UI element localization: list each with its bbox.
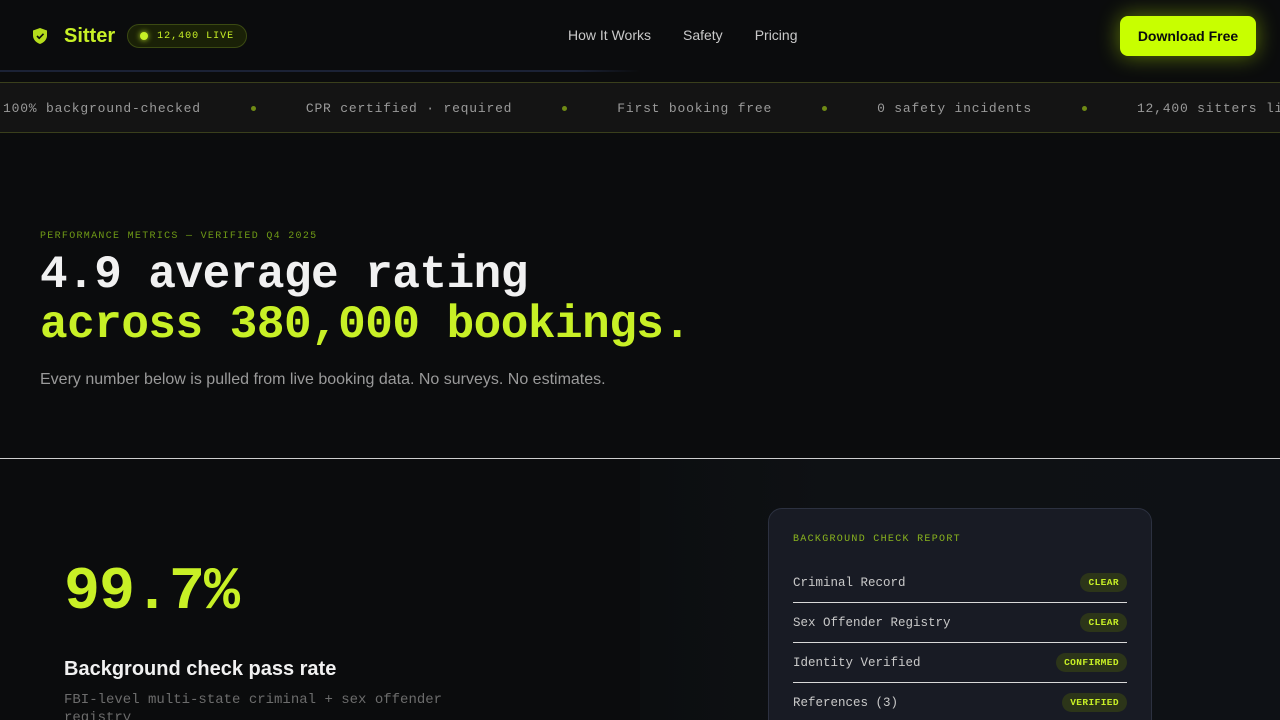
- stats-ticker: 100% background-checked CPR certified · …: [0, 82, 1280, 133]
- ticker-separator-icon: [822, 106, 828, 111]
- stat-value: 99.7%: [64, 559, 240, 627]
- report-row: References (3) VERIFIED: [793, 683, 1127, 720]
- ticker-item: 0 safety incidents: [877, 101, 1032, 116]
- headline-line-2: across 380,000 bookings.: [40, 299, 691, 351]
- top-nav: Sitter 12,400 LIVE How It Works Safety P…: [0, 0, 1280, 72]
- download-free-button[interactable]: Download Free: [1120, 16, 1256, 56]
- ticker-item: First booking free: [617, 101, 773, 116]
- hero-section: PERFORMANCE METRICS — VERIFIED Q4 2025 4…: [0, 133, 1280, 458]
- nav-links: How It Works Safety Pricing: [568, 27, 829, 43]
- headline-line-1: 4.9 average rating: [40, 249, 528, 301]
- status-badge: CLEAR: [1080, 573, 1127, 592]
- status-badge: VERIFIED: [1062, 693, 1127, 712]
- ticker-separator-icon: [1081, 106, 1087, 111]
- report-row: Identity Verified CONFIRMED: [793, 643, 1127, 683]
- report-title: BACKGROUND CHECK REPORT: [793, 534, 961, 545]
- ticker-item: 100% background-checked: [3, 101, 201, 116]
- status-badge: CONFIRMED: [1056, 653, 1127, 672]
- ticker-item: 12,400 sitters live: [1136, 101, 1280, 116]
- status-badge: CLEAR: [1080, 613, 1127, 632]
- hero-headline: 4.9 average rating across 380,000 bookin…: [40, 250, 691, 350]
- report-row-label: Criminal Record: [793, 575, 906, 590]
- stat-description: FBI-level multi-state criminal + sex off…: [64, 692, 443, 720]
- ticker-item: CPR certified · required: [305, 101, 513, 116]
- ticker-separator-icon: [250, 106, 256, 111]
- stat-panel: 99.7% Background check pass rate FBI-lev…: [0, 459, 640, 720]
- report-row-label: References (3): [793, 695, 899, 710]
- nav-link-how-it-works[interactable]: How It Works: [568, 27, 651, 43]
- ticker-separator-icon: [562, 106, 568, 111]
- report-row-label: Identity Verified: [793, 655, 921, 670]
- stat-title: Background check pass rate: [64, 658, 337, 680]
- live-dot-icon: [140, 32, 149, 40]
- ticker-track: 100% background-checked CPR certified · …: [3, 83, 1280, 132]
- hero-eyebrow: PERFORMANCE METRICS — VERIFIED Q4 2025: [40, 231, 318, 242]
- nav-link-pricing[interactable]: Pricing: [755, 27, 798, 43]
- report-row: Sex Offender Registry CLEAR: [793, 603, 1127, 643]
- report-row: Criminal Record CLEAR: [793, 563, 1127, 603]
- report-row-label: Sex Offender Registry: [793, 615, 951, 630]
- report-rows: Criminal Record CLEAR Sex Offender Regis…: [793, 563, 1127, 720]
- brand-name: Sitter: [64, 24, 116, 47]
- live-count-badge: 12,400 LIVE: [127, 24, 248, 48]
- brand[interactable]: Sitter 12,400 LIVE: [33, 24, 248, 48]
- shield-icon: [33, 28, 47, 44]
- live-count-text: 12,400 LIVE: [157, 30, 235, 42]
- hero-subtitle: Every number below is pulled from live b…: [40, 371, 606, 388]
- background-check-report-card: BACKGROUND CHECK REPORT Criminal Record …: [768, 508, 1152, 720]
- nav-link-safety[interactable]: Safety: [683, 27, 723, 43]
